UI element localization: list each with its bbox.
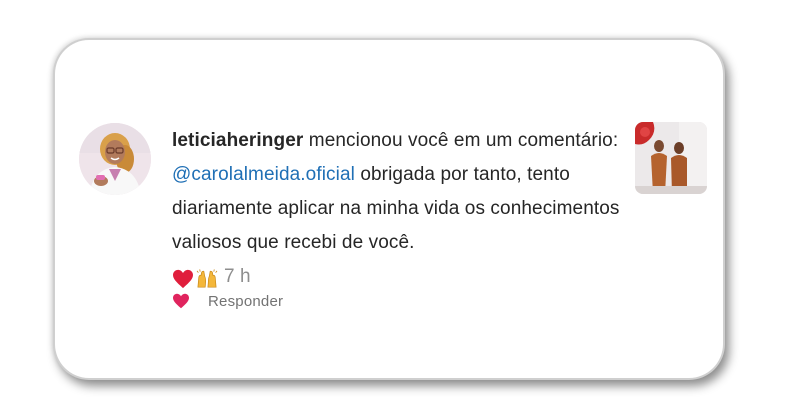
timestamp: 7 h: [224, 266, 251, 287]
notification-text: leticiaheringer mencionou você em um com…: [172, 124, 622, 294]
raising-hands-emoji: [196, 267, 218, 288]
screenshot-stage: leticiaheringer mencionou você em um com…: [0, 0, 800, 417]
thumbnail-image: [635, 122, 707, 194]
avatar-image: [79, 123, 151, 195]
action-text: mencionou você em um comentário:: [303, 130, 619, 151]
heart-icon[interactable]: [172, 293, 190, 309]
post-thumbnail[interactable]: [635, 122, 707, 194]
meta-line: 7 h: [172, 260, 622, 294]
username-link[interactable]: leticiaheringer: [172, 130, 303, 151]
notification-card[interactable]: leticiaheringer mencionou você em um com…: [55, 40, 723, 378]
mention-link[interactable]: @carolalmeida.oficial: [172, 164, 355, 185]
red-heart-emoji: [172, 267, 194, 289]
profile-avatar[interactable]: [79, 123, 151, 195]
actions-row: Responder: [172, 291, 283, 311]
reply-button[interactable]: Responder: [208, 293, 283, 310]
